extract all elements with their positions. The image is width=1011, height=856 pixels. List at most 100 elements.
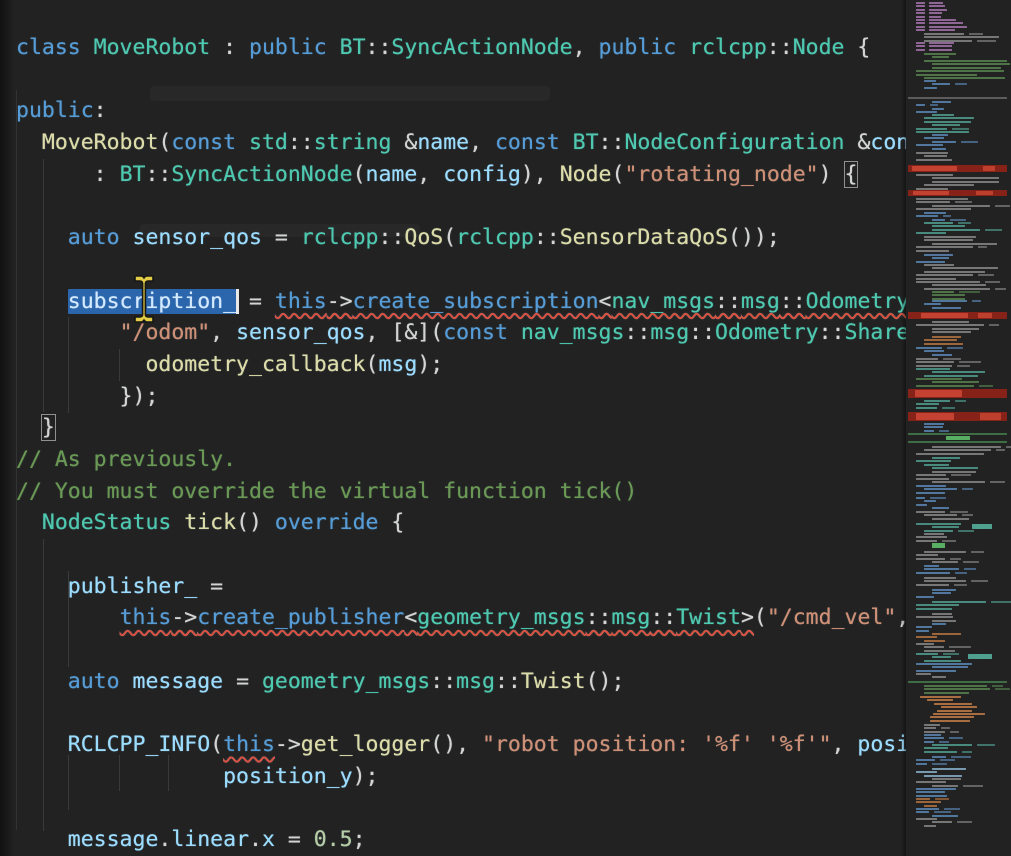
minimap-bar [924, 688, 990, 690]
minimap-bar [979, 385, 993, 387]
minimap-bar [916, 453, 984, 455]
minimap-bar [916, 616, 953, 618]
minimap-bar [950, 219, 966, 221]
minimap-bar [916, 201, 950, 203]
code-token: , [&]( [366, 320, 444, 345]
minimap-bar [958, 530, 973, 532]
code-editor[interactable]: class MoveRobot : public BT::SyncActionN… [0, 0, 906, 856]
minimap-bar [976, 191, 993, 195]
code-token: name [417, 130, 469, 155]
minimap-bar [916, 152, 948, 154]
code-token: ( [210, 732, 223, 757]
minimap-bar [995, 205, 1010, 207]
code-token: conf [870, 130, 906, 155]
minimap-bar [924, 400, 950, 402]
minimap-bar [977, 40, 996, 42]
minimap-bar [930, 104, 938, 106]
code-token: :: [767, 35, 793, 60]
code-token: position_y [223, 764, 352, 789]
minimap-bar [924, 724, 940, 726]
minimap-bar [949, 646, 971, 648]
minimap-bar [924, 640, 945, 642]
code-token: :: [378, 225, 404, 250]
code-token: & [391, 130, 417, 155]
code-token: odometry_callback [145, 352, 365, 377]
minimap-bar [929, 19, 956, 21]
minimap-bar [968, 654, 992, 659]
minimap-bar [932, 561, 958, 563]
minimap-bar [916, 504, 927, 506]
minimap-bar [978, 274, 994, 276]
minimap-bar [932, 676, 946, 678]
minimap-bar [959, 291, 980, 293]
minimap-bar [932, 666, 968, 668]
minimap-bar [924, 239, 973, 241]
code-token: "robot position: '%f' '%f'" [482, 732, 832, 757]
code-token: { [844, 35, 870, 60]
minimap-bar [916, 523, 961, 525]
minimap-bar [935, 798, 949, 800]
minimap-bar [913, 191, 948, 195]
code-token: msg [456, 669, 495, 694]
code-line: NodeStatus tick() override { [0, 507, 906, 539]
minimap-bar [908, 433, 1007, 435]
minimap-bar [932, 331, 971, 333]
minimap-bar [916, 144, 943, 146]
minimap-bar [916, 403, 939, 405]
vscode-editor-screenshot: { "editor": { "background": "#222222", "… [0, 0, 1011, 856]
minimap-bar [916, 378, 962, 380]
code-token: sensor_qos [133, 225, 262, 250]
code-token: geometry_msgs [262, 669, 430, 694]
minimap-bar [992, 685, 1003, 687]
minimap-bar [932, 114, 954, 116]
minimap-bar [916, 42, 925, 44]
minimap-bar [941, 706, 977, 708]
code-token: name [366, 162, 418, 187]
code-token: linear [171, 827, 249, 852]
minimap-bar [929, 49, 952, 51]
minimap-bar [924, 551, 966, 553]
minimap-bar [924, 775, 962, 777]
code-token: ) [819, 162, 845, 187]
minimap-bar [924, 423, 944, 425]
code-line [0, 634, 906, 666]
code-token: :: [366, 35, 392, 60]
code-line: position_y); [0, 761, 906, 793]
code-token: , [417, 162, 443, 187]
code-token: "/cmd_vel" [767, 605, 896, 630]
code-token: = [197, 574, 223, 599]
minimap-bar [916, 460, 951, 462]
code-token [16, 669, 68, 694]
code-token [16, 764, 223, 789]
code-token: SyncActionNode [171, 162, 352, 187]
minimap-bar [929, 26, 967, 28]
code-token [16, 289, 68, 314]
code-token: ( [158, 130, 171, 155]
minimap-bar [920, 696, 961, 698]
minimap-bar [916, 771, 937, 773]
code-token: (), [430, 732, 482, 757]
minimap-bar [916, 791, 945, 793]
minimap-bar [924, 449, 991, 451]
minimap-bar [971, 551, 984, 553]
minimap-bar [927, 699, 953, 701]
minimap-bar [949, 737, 963, 739]
minimap-bar [916, 131, 969, 133]
minimap-bar [943, 215, 952, 217]
minimap-bar [921, 313, 968, 318]
minimap-bar [932, 457, 960, 459]
code-token [16, 225, 68, 250]
code-line [0, 539, 906, 571]
minimap-bar [924, 184, 974, 186]
minimap-bar [924, 350, 944, 352]
minimap-bar [950, 558, 961, 560]
code-token: { [378, 510, 404, 535]
minimap-bar [932, 257, 949, 259]
minimap[interactable] [906, 0, 1011, 856]
minimap-bar [932, 67, 1001, 69]
code-token [16, 827, 68, 852]
minimap-bar [916, 365, 952, 367]
minimap-bar [947, 347, 963, 349]
minimap-bar [916, 347, 942, 349]
minimap-bar [916, 808, 939, 810]
